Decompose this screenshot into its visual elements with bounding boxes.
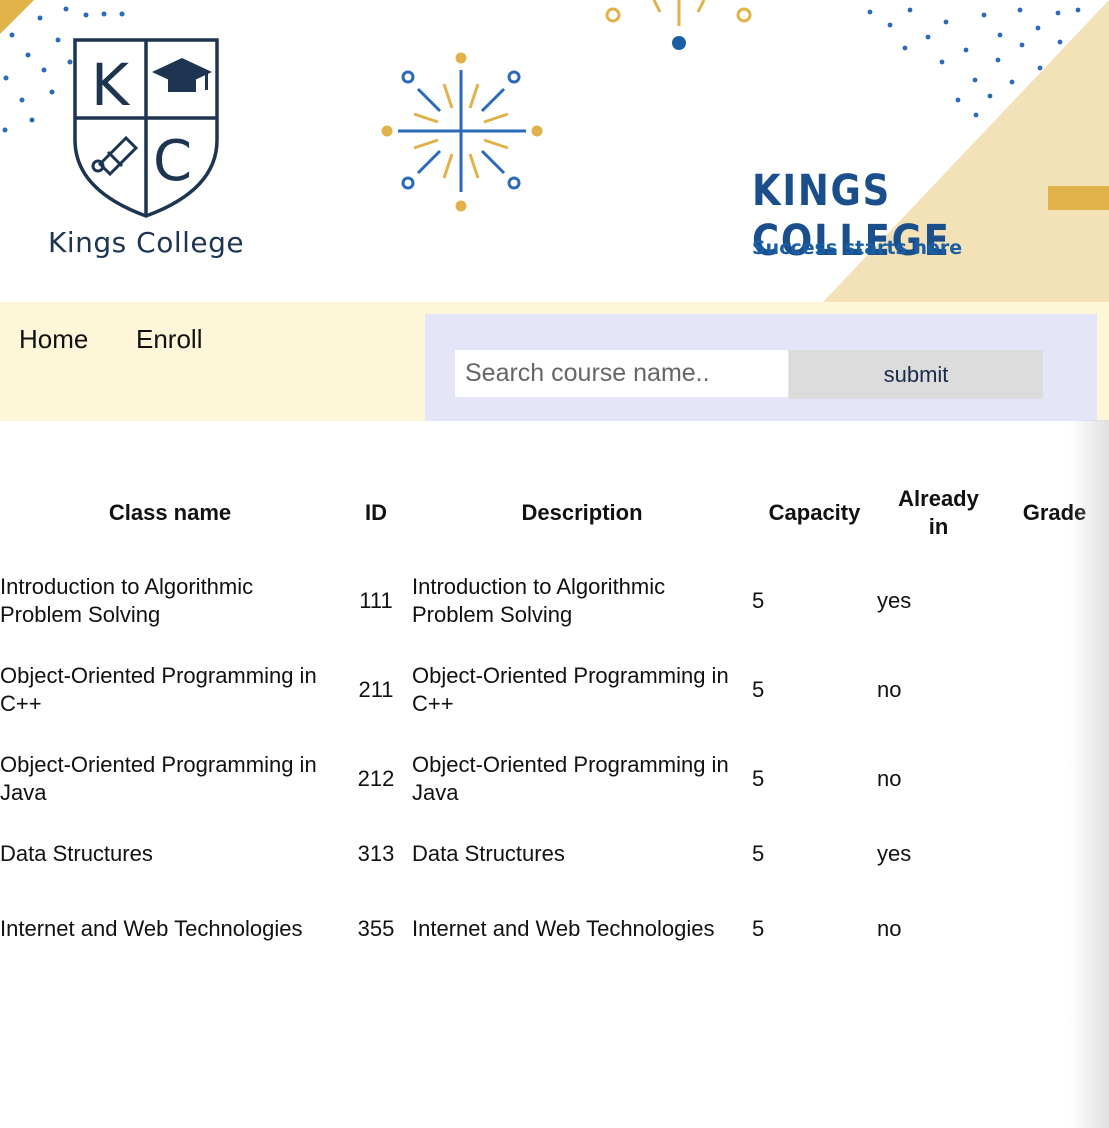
cell-id: 111 bbox=[359, 587, 393, 613]
submit-button[interactable]: submit bbox=[789, 350, 1043, 399]
cell-id: 211 bbox=[358, 676, 394, 702]
table-row: Data Structures 313 Data Structures 5 ye… bbox=[0, 823, 1109, 884]
cell-already-in: yes bbox=[877, 587, 912, 613]
cell-capacity: 5 bbox=[752, 915, 765, 941]
search-panel: submit bbox=[425, 314, 1097, 421]
header-capacity: Capacity bbox=[768, 500, 861, 525]
cell-description: Object-Oriented Programming in Java bbox=[412, 751, 729, 805]
cell-capacity: 5 bbox=[752, 765, 765, 791]
cell-id: 313 bbox=[357, 840, 395, 866]
logo-text: Kings College bbox=[48, 226, 245, 259]
nav-link-home[interactable]: Home bbox=[19, 324, 88, 355]
cell-class-name: Object-Oriented Programming in C++ bbox=[0, 662, 317, 716]
cell-class-name: Object-Oriented Programming in Java bbox=[0, 751, 317, 805]
cell-capacity: 5 bbox=[752, 840, 765, 866]
cell-description: Data Structures bbox=[412, 840, 565, 866]
table-row: Object-Oriented Programming in Java 212 … bbox=[0, 734, 1109, 823]
cell-already-in: yes bbox=[877, 840, 912, 866]
brand-tagline: Success starts here bbox=[752, 237, 963, 259]
cell-already-in: no bbox=[877, 676, 902, 702]
courses-table: Class name ID Description Capacity Alrea… bbox=[0, 470, 1109, 973]
svg-text:K: K bbox=[91, 51, 131, 119]
header-description: Description bbox=[521, 500, 643, 525]
cell-capacity: 5 bbox=[752, 676, 765, 702]
cell-id: 355 bbox=[357, 915, 395, 941]
cell-description: Internet and Web Technologies bbox=[412, 915, 715, 941]
table-header-row: Class name ID Description Capacity Alrea… bbox=[0, 470, 1109, 556]
table-row: Object-Oriented Programming in C++ 211 O… bbox=[0, 645, 1109, 734]
cell-description: Object-Oriented Programming in C++ bbox=[412, 662, 729, 716]
cell-id: 212 bbox=[357, 765, 395, 791]
nav-bar: Home Enroll submit bbox=[0, 302, 1109, 421]
cell-already-in: no bbox=[877, 765, 902, 791]
header-id: ID bbox=[365, 500, 387, 525]
nav-link-enroll[interactable]: Enroll bbox=[136, 324, 202, 355]
table-row: Introduction to Algorithmic Problem Solv… bbox=[0, 556, 1109, 645]
scroll-shadow bbox=[1069, 420, 1109, 1128]
header-already-in: Already in bbox=[898, 486, 979, 539]
search-input[interactable] bbox=[455, 350, 788, 397]
cell-class-name: Introduction to Algorithmic Problem Solv… bbox=[0, 573, 254, 627]
cell-capacity: 5 bbox=[752, 587, 765, 613]
header-class-name: Class name bbox=[108, 500, 232, 525]
cell-already-in: no bbox=[877, 915, 902, 941]
svg-text:C: C bbox=[153, 129, 192, 194]
cell-description: Introduction to Algorithmic Problem Solv… bbox=[412, 573, 666, 627]
cell-class-name: Data Structures bbox=[0, 840, 153, 866]
table-row: Internet and Web Technologies 355 Intern… bbox=[0, 884, 1109, 973]
cell-class-name: Internet and Web Technologies bbox=[0, 915, 303, 941]
header-banner: K C Kings College KINGS COLLEGE Success … bbox=[0, 0, 1109, 302]
